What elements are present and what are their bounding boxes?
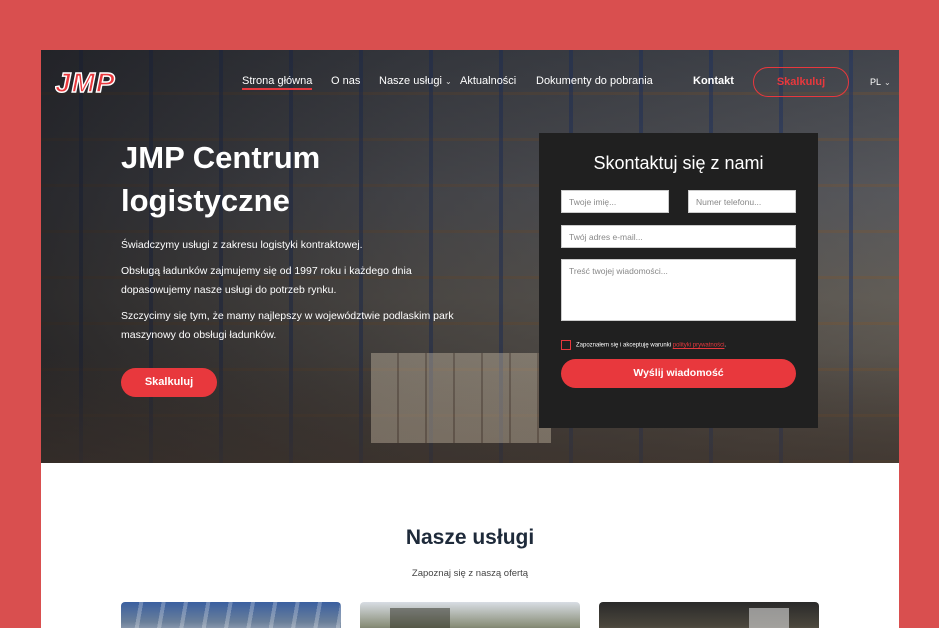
chevron-down-icon: ⌄ bbox=[444, 77, 452, 86]
hero-calculate-button[interactable]: Skalkuluj bbox=[121, 368, 217, 397]
language-label: PL bbox=[870, 77, 882, 87]
page-frame: JMP Strona główna O nas Nasze usługi ⌄ Ak… bbox=[41, 50, 899, 628]
nav-item-about[interactable]: O nas bbox=[331, 75, 360, 87]
service-card-image-warehouse[interactable] bbox=[121, 602, 341, 628]
consent-row: Zapoznałem się i akceptuję warunki polit… bbox=[561, 340, 801, 351]
nav-item-home[interactable]: Strona główna bbox=[242, 75, 313, 90]
phone-field[interactable]: Numer telefonu... bbox=[688, 190, 796, 213]
hero-paragraph-2: Obsługą ładunków zajmujemy się od 1997 r… bbox=[121, 265, 412, 296]
services-title: Nasze usługi bbox=[405, 526, 535, 549]
message-field[interactable]: Treść twojej wiadomości... bbox=[561, 259, 796, 321]
nav-item-contact[interactable]: Kontakt bbox=[693, 75, 734, 87]
send-message-button[interactable]: Wyślij wiadomość bbox=[561, 359, 796, 388]
hero-section: JMP Strona główna O nas Nasze usługi ⌄ Ak… bbox=[41, 50, 899, 463]
hero-paragraph-1: Świadczymy usługi z zakresu logistyki ko… bbox=[121, 239, 363, 251]
consent-checkbox[interactable] bbox=[561, 340, 571, 350]
hero-paragraph-3: Szczycimy się tym, że mamy najlepszy w w… bbox=[121, 310, 454, 341]
service-card-image-machinery[interactable] bbox=[360, 602, 580, 628]
hero-title: JMP Centrum logistyczne bbox=[121, 140, 321, 218]
jmp-logo[interactable]: JMP bbox=[55, 69, 153, 95]
language-selector[interactable]: PL ⌄ bbox=[870, 77, 891, 87]
nav-item-services-label: Nasze usługi bbox=[379, 75, 442, 87]
nav-item-news[interactable]: Aktualności bbox=[460, 75, 516, 87]
nav-item-documents[interactable]: Dokumenty do pobrania bbox=[536, 75, 653, 87]
hero-pallets-image bbox=[371, 353, 551, 443]
svg-text:JMP: JMP bbox=[55, 69, 116, 95]
consent-end: . bbox=[724, 342, 727, 349]
consent-text: Zapoznałem się i akceptuję warunki bbox=[576, 342, 672, 349]
service-card-image-forklift[interactable] bbox=[599, 602, 819, 628]
contact-form-title: Skontaktuj się z nami bbox=[593, 153, 764, 173]
chevron-down-icon: ⌄ bbox=[884, 78, 891, 87]
services-subtitle: Zapoznaj się z naszą ofertą bbox=[411, 568, 529, 579]
privacy-policy-link[interactable]: polityki prywatności bbox=[673, 343, 725, 349]
nav-item-services[interactable]: Nasze usługi ⌄ bbox=[379, 75, 452, 87]
email-field[interactable]: Twój adres e-mail... bbox=[561, 225, 796, 248]
name-field[interactable]: Twoje imię... bbox=[561, 190, 669, 213]
contact-form: Skontaktuj się z nami Twoje imię... Nume… bbox=[539, 133, 818, 428]
header-calculate-button[interactable]: Skalkuluj bbox=[753, 67, 849, 97]
